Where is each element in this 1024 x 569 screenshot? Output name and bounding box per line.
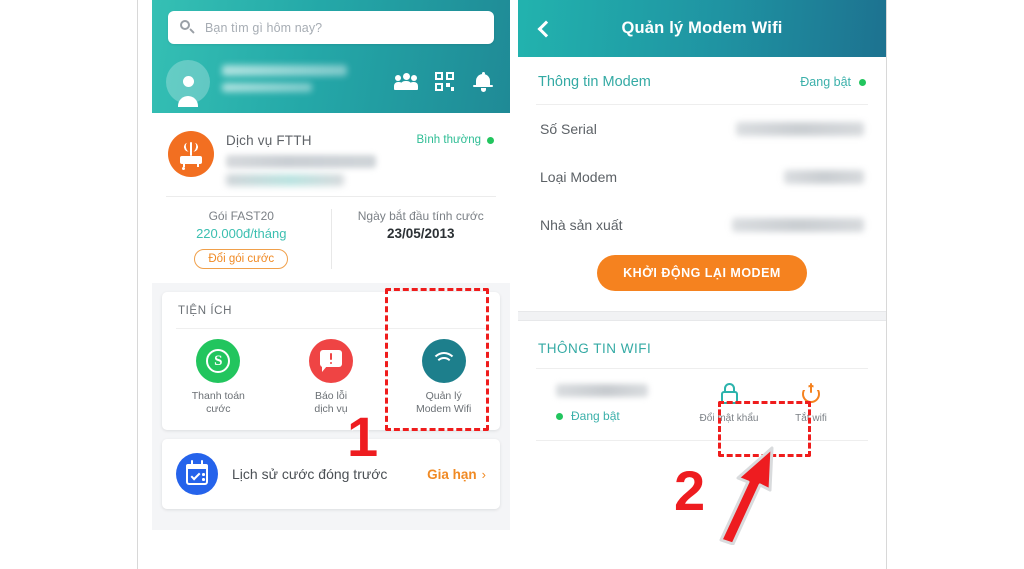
power-icon — [801, 383, 821, 405]
table-row: Nhà sản xuất — [518, 201, 886, 249]
group-icon[interactable] — [394, 72, 418, 92]
serial-number-value — [736, 122, 864, 136]
status-dot-icon — [556, 412, 563, 420]
serial-number-label: Số Serial — [540, 121, 597, 137]
service-address-redacted — [226, 174, 344, 186]
prepaid-history-label: Lịch sử cước đóng trước — [232, 466, 388, 482]
modem-status-label: Đang bật — [800, 75, 851, 89]
section-separator — [518, 311, 886, 321]
hero-icon-group — [394, 71, 496, 92]
avatar[interactable] — [166, 59, 210, 107]
lock-icon — [719, 383, 739, 405]
turn-off-wifi-label: Tắt wifi — [795, 413, 827, 424]
wifi-state-badge: Đang bật — [556, 409, 692, 423]
utility-item-modem-wifi[interactable]: Quản lý Modem Wifi — [387, 339, 500, 416]
wifi-row: Đang bật Đổi mật khẩu Tắt wifi — [536, 368, 868, 441]
service-text: Dịch vụ FTTH — [226, 131, 417, 186]
renew-button[interactable]: Gia hạn › — [427, 467, 486, 482]
service-status-label: Bình thường — [416, 134, 481, 146]
renew-label: Gia hạn — [427, 466, 477, 482]
bell-icon[interactable] — [472, 71, 494, 92]
table-row: Loại Modem — [518, 153, 886, 201]
avatar-person-icon — [178, 75, 198, 107]
utilities-card: TIỆN ÍCH S Thanh toán cước Báo lỗi dịch … — [162, 292, 500, 430]
service-status-badge: Bình thường — [417, 131, 494, 146]
modem-info-title: Thông tin Modem — [538, 74, 651, 90]
billing-start-label: Ngày bắt đầu tính cước — [357, 209, 484, 223]
profile-row — [152, 50, 510, 113]
modem-type-value — [784, 170, 864, 184]
right-phone-screen: Quản lý Modem Wifi Thông tin Modem Đang … — [518, 0, 886, 530]
left-phone-screen: Bạn tìm gì hôm nay? Dịch vụ FTTH Bình th… — [152, 0, 510, 530]
status-dot-icon — [859, 78, 866, 86]
modem-type-label: Loại Modem — [540, 169, 618, 185]
modem-page-header: Quản lý Modem Wifi — [518, 0, 886, 57]
modem-icon — [168, 131, 214, 177]
service-summary: Dịch vụ FTTH Bình thường — [152, 123, 510, 196]
manufacturer-value — [732, 218, 864, 232]
app-hero-header: Bạn tìm gì hôm nay? — [152, 0, 510, 113]
billing-column: Ngày bắt đầu tính cước 23/05/2013 — [332, 209, 511, 269]
utility-label-modem-wifi: Quản lý Modem Wifi — [415, 390, 472, 415]
plan-billing-row: Gói FAST20 220.000đ/tháng Đổi gói cước N… — [152, 197, 510, 283]
step-number-1: 1 — [347, 405, 379, 468]
chevron-right-icon: › — [481, 466, 486, 482]
plan-column: Gói FAST20 220.000đ/tháng Đổi gói cước — [152, 209, 332, 269]
qr-code-icon[interactable] — [435, 72, 454, 91]
page-title: Quản lý Modem Wifi — [621, 19, 783, 37]
restart-button-wrap: KHỞI ĐỘNG LẠI MODEM — [518, 249, 886, 311]
table-row: Số Serial — [518, 105, 886, 153]
wifi-ssid-value — [556, 384, 648, 397]
search-icon — [180, 20, 195, 35]
calendar-check-icon — [176, 453, 218, 495]
search-bar[interactable]: Bạn tìm gì hôm nay? — [168, 11, 494, 44]
report-error-icon — [309, 339, 353, 383]
wifi-actions: Đổi mật khẩu Tắt wifi — [692, 383, 848, 424]
plan-label: Gói FAST20 — [208, 209, 274, 223]
account-name-redacted — [222, 64, 395, 99]
modem-status-badge: Đang bật — [800, 75, 866, 89]
service-title: Dịch vụ FTTH — [226, 133, 312, 148]
search-input-placeholder[interactable]: Bạn tìm gì hôm nay? — [205, 21, 322, 35]
divider — [176, 328, 486, 329]
service-card: Dịch vụ FTTH Bình thường Gói FAST20 220.… — [152, 113, 510, 283]
service-account-redacted — [226, 155, 376, 168]
billing-start-date: 23/05/2013 — [386, 226, 455, 241]
prepaid-history-card[interactable]: Lịch sử cước đóng trước Gia hạn › — [162, 439, 500, 509]
utilities-header: TIỆN ÍCH — [178, 305, 232, 317]
status-dot-icon — [487, 136, 494, 144]
modem-info-subheader: Thông tin Modem Đang bật — [518, 57, 886, 104]
change-plan-button[interactable]: Đổi gói cước — [194, 249, 289, 269]
utilities-row: S Thanh toán cước Báo lỗi dịch vụ Quản l… — [162, 339, 500, 416]
wifi-identity: Đang bật — [556, 384, 692, 423]
change-password-label: Đổi mật khẩu — [699, 413, 759, 424]
wifi-icon — [421, 339, 466, 383]
restart-modem-button[interactable]: KHỞI ĐỘNG LẠI MODEM — [597, 255, 807, 291]
dollar-icon: S — [196, 339, 241, 383]
step-number-2: 2 — [674, 459, 706, 522]
change-password-button[interactable]: Đổi mật khẩu — [692, 383, 766, 424]
manufacturer-label: Nhà sản xuất — [540, 217, 623, 233]
wifi-state-label: Đang bật — [571, 409, 620, 423]
screenshot-root: Bạn tìm gì hôm nay? Dịch vụ FTTH Bình th… — [0, 0, 1024, 569]
utility-label-report-error: Báo lỗi dịch vụ — [314, 390, 348, 415]
utility-item-payment[interactable]: S Thanh toán cước — [162, 339, 275, 416]
plan-price: 220.000đ/tháng — [196, 226, 287, 241]
utility-label-payment: Thanh toán cước — [191, 390, 245, 415]
wifi-info-title: THÔNG TIN WIFI — [538, 341, 652, 356]
turn-off-wifi-button[interactable]: Tắt wifi — [774, 383, 848, 424]
